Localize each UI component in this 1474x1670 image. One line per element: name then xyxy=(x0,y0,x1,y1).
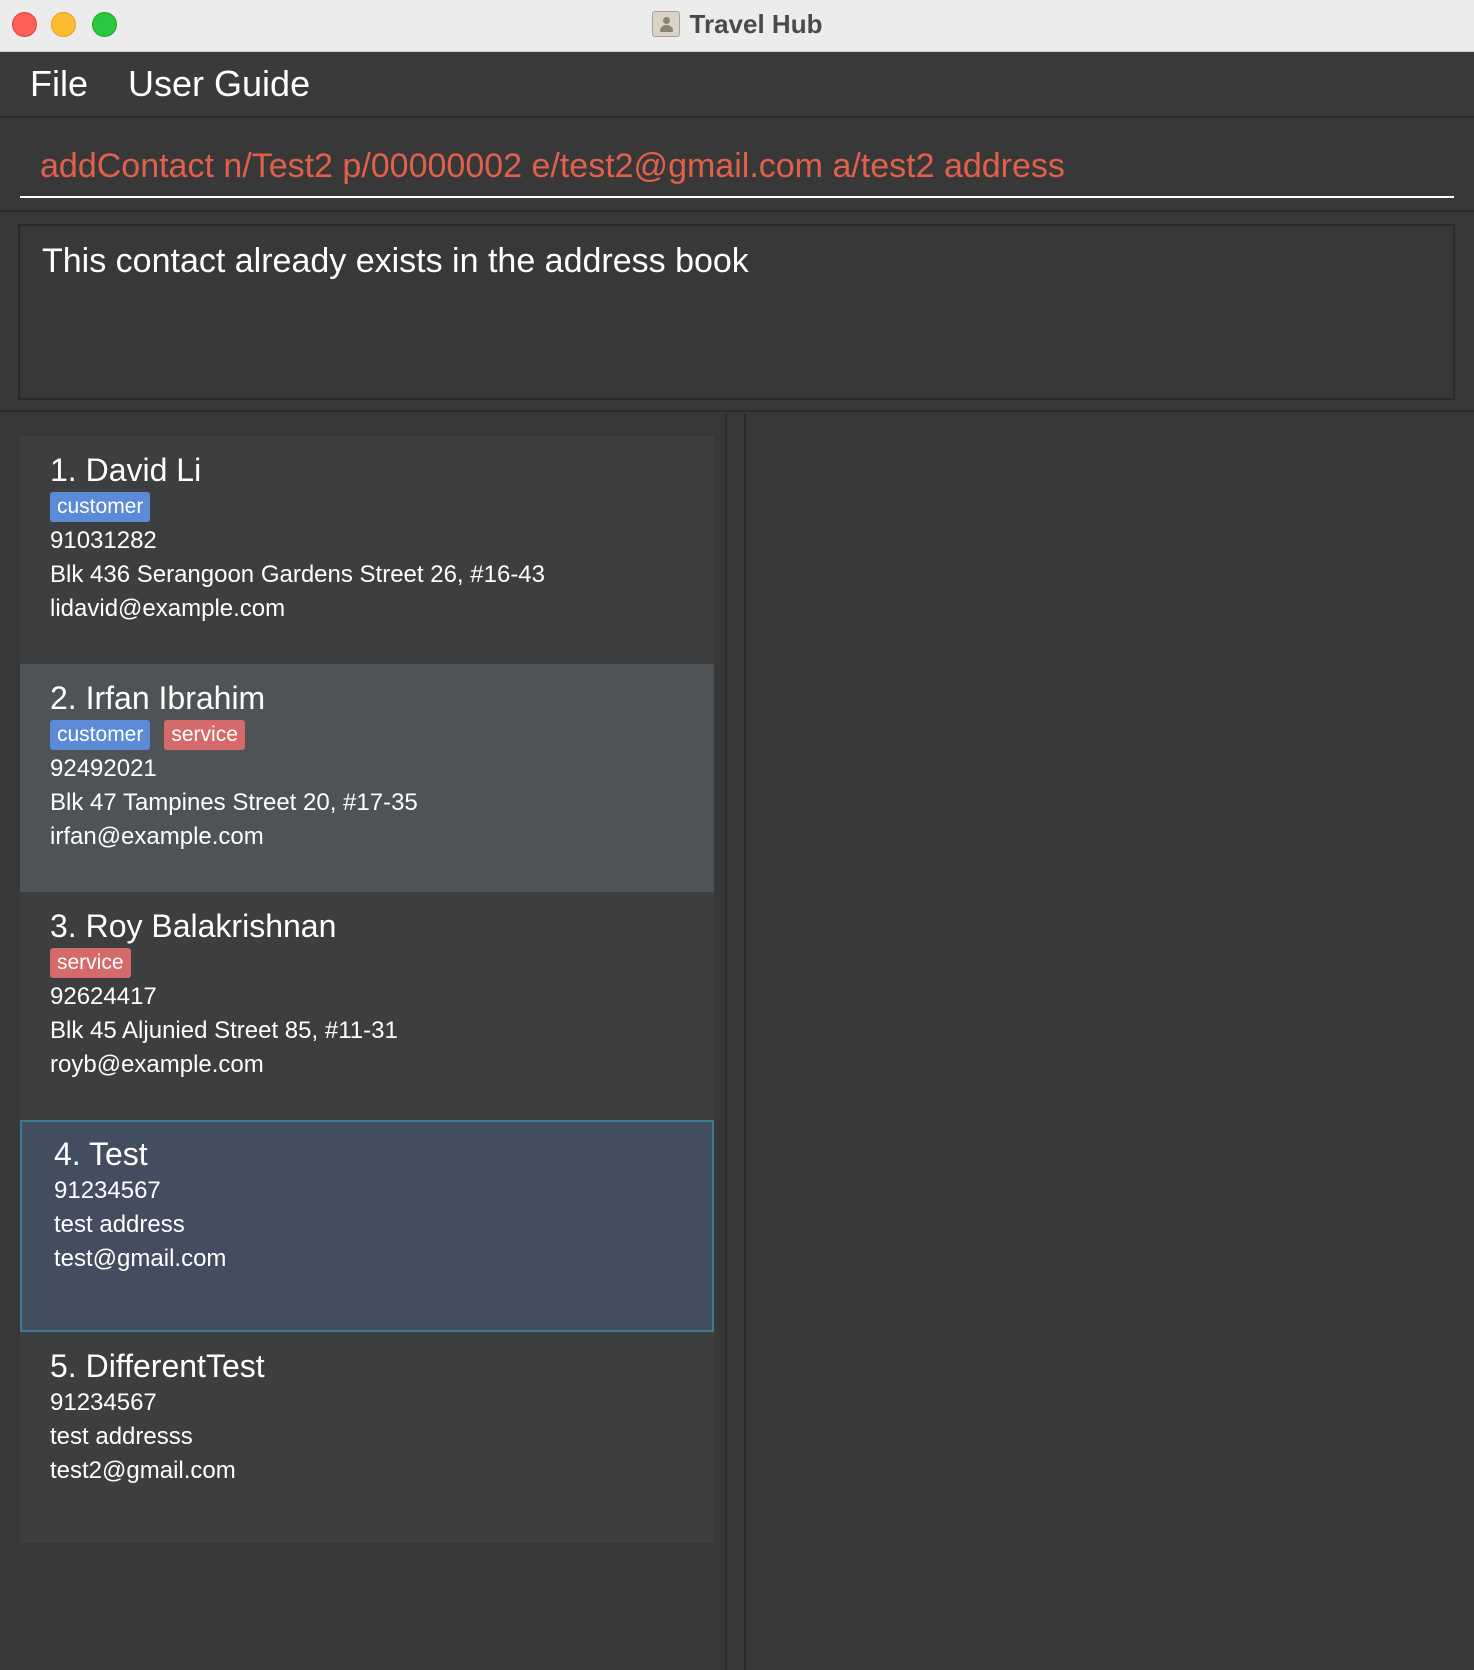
person-tags: service xyxy=(50,948,684,978)
result-message: This contact already exists in the addre… xyxy=(18,224,1455,400)
person-email: royb@example.com xyxy=(50,1051,264,1078)
tag-customer: customer xyxy=(50,492,151,522)
person-list: 1. David Li customer 91031282 Blk 436 Se… xyxy=(20,436,714,1543)
title-bar: Travel Hub xyxy=(0,0,1474,52)
window-title-group: Travel Hub xyxy=(0,0,1474,48)
person-email: test2@gmail.com xyxy=(50,1457,236,1484)
command-input[interactable] xyxy=(20,136,1454,198)
menu-file[interactable]: File xyxy=(30,63,88,105)
person-address: test address xyxy=(54,1211,185,1238)
window-title: Travel Hub xyxy=(689,8,823,39)
menu-user-guide[interactable]: User Guide xyxy=(128,63,310,105)
person-address: Blk 436 Serangoon Gardens Street 26, #16… xyxy=(50,561,545,588)
person-phone: 91031282 xyxy=(50,527,157,554)
person-name: 4. Test xyxy=(54,1136,148,1172)
person-phone: 92492021 xyxy=(50,755,157,782)
person-phone: 91234567 xyxy=(50,1389,157,1416)
person-tags: customer xyxy=(50,492,684,522)
tag-customer: customer xyxy=(50,720,151,750)
person-address: test addresss xyxy=(50,1423,193,1450)
person-name: 5. DifferentTest xyxy=(50,1348,265,1384)
detail-panel xyxy=(744,414,1474,1670)
person-tags: customer service xyxy=(50,720,684,750)
person-card-selected[interactable]: 4. Test 91234567 test address test@gmail… xyxy=(20,1120,714,1332)
person-email: test@gmail.com xyxy=(54,1245,227,1272)
person-name: 1. David Li xyxy=(50,452,202,488)
menu-bar: File User Guide xyxy=(0,52,1474,118)
tag-service: service xyxy=(50,948,131,978)
person-card[interactable]: 5. DifferentTest 91234567 test addresss … xyxy=(20,1332,714,1543)
person-address: Blk 47 Tampines Street 20, #17-35 xyxy=(50,789,418,816)
person-phone: 92624417 xyxy=(50,983,157,1010)
result-display-panel: This contact already exists in the addre… xyxy=(0,212,1474,412)
person-email: irfan@example.com xyxy=(50,823,264,850)
person-card[interactable]: 3. Roy Balakrishnan service 92624417 Blk… xyxy=(20,892,714,1120)
person-list-panel[interactable]: 1. David Li customer 91031282 Blk 436 Se… xyxy=(0,414,727,1670)
person-email: lidavid@example.com xyxy=(50,595,286,622)
contacts-app-icon xyxy=(651,11,680,37)
tag-service: service xyxy=(164,720,245,750)
person-name: 3. Roy Balakrishnan xyxy=(50,908,337,944)
person-name: 2. Irfan Ibrahim xyxy=(50,680,266,716)
person-phone: 91234567 xyxy=(54,1177,161,1204)
person-card[interactable]: 1. David Li customer 91031282 Blk 436 Se… xyxy=(20,436,714,664)
command-box xyxy=(0,118,1474,212)
person-address: Blk 45 Aljunied Street 85, #11-31 xyxy=(50,1017,398,1044)
person-card[interactable]: 2. Irfan Ibrahim customer service 924920… xyxy=(20,664,714,892)
